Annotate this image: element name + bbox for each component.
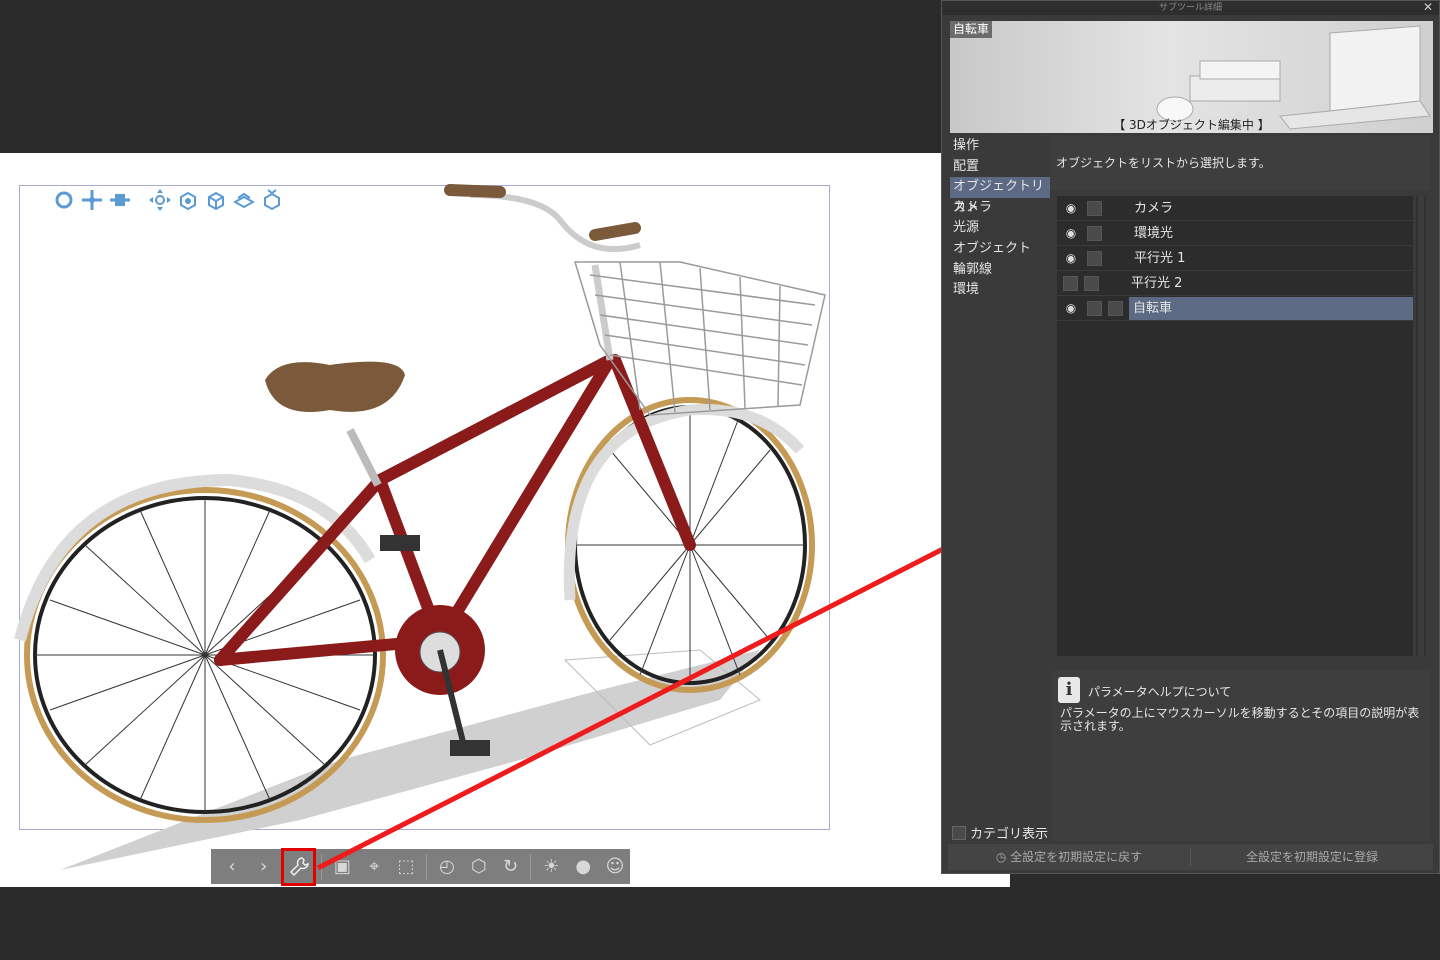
- toolbar-separator: [530, 853, 532, 880]
- object-icon[interactable]: ⬡: [464, 852, 494, 882]
- category-item-object-list[interactable]: オブジェクトリスト: [950, 177, 1050, 215]
- category-list: 操作 配置 オブジェクトリスト カメラ 光源 オブジェクト 輪郭線 環境: [950, 136, 1050, 301]
- category-display-toggle[interactable]: カテゴリ表示: [952, 823, 1048, 842]
- object-row[interactable]: 平行光 2: [1057, 271, 1413, 296]
- object-label: 平行光 2: [1131, 275, 1183, 291]
- panel-footer: ◷ 全設定を初期設定に戻す 全設定を初期設定に登録: [948, 844, 1433, 870]
- object-label: 環境光: [1134, 225, 1174, 241]
- lock-checkbox[interactable]: [1087, 200, 1102, 216]
- lock-checkbox[interactable]: [1087, 300, 1102, 316]
- preview-status: 【 3Dオブジェクト編集中 】: [1113, 118, 1270, 132]
- panel-title: サブツール詳細: [1158, 3, 1222, 13]
- panel-titlebar[interactable]: サブツール詳細 ✕: [942, 0, 1439, 15]
- reset-all-button[interactable]: ◷ 全設定を初期設定に戻す: [948, 844, 1190, 870]
- prev-icon[interactable]: ‹: [217, 852, 247, 882]
- category-item-object[interactable]: オブジェクト: [950, 239, 1050, 260]
- lock-checkbox[interactable]: [1087, 250, 1102, 266]
- object-label: カメラ: [1134, 200, 1174, 216]
- toolbar-separator: [321, 853, 323, 880]
- floor-icon[interactable]: ⬚: [391, 852, 421, 882]
- object-list-scrollbar[interactable]: [1416, 196, 1426, 656]
- object-label: 自転車: [1129, 296, 1413, 320]
- category-description: オブジェクトをリストから選択します。: [1050, 136, 1431, 190]
- info-icon: i: [1058, 677, 1080, 703]
- reset-icon: ◷: [995, 850, 1011, 864]
- rotate-icon[interactable]: ↻: [496, 852, 526, 882]
- register-label: 全設定を初期設定に登録: [1245, 850, 1378, 864]
- category-display-label: カテゴリ表示: [970, 827, 1049, 842]
- object-row[interactable]: ◉ 平行光 1: [1057, 246, 1413, 271]
- lightbulb-icon[interactable]: ●: [568, 852, 598, 882]
- light-icon[interactable]: ☀: [536, 852, 566, 882]
- category-display-checkbox[interactable]: [952, 825, 966, 840]
- lock-checkbox[interactable]: [1087, 225, 1102, 241]
- category-item-environment[interactable]: 環境: [950, 280, 1050, 301]
- camera-icon[interactable]: ▣: [327, 852, 357, 882]
- help-body: パラメータの上にマウスカーソルを移動するとその項目の説明が表示されます。: [1060, 706, 1420, 733]
- object-row[interactable]: ◉ カメラ: [1057, 196, 1413, 221]
- 3d-object-launcher: ‹ › ▣ ⌖ ⬚ ◴ ⬡ ↻ ☀ ● ☺: [211, 847, 630, 886]
- eye-icon[interactable]: ◉: [1061, 251, 1081, 265]
- dial-icon[interactable]: ◴: [432, 852, 462, 882]
- fit-icon[interactable]: ⌖: [359, 852, 389, 882]
- person-icon[interactable]: ☺: [600, 852, 630, 882]
- eye-icon[interactable]: ◉: [1061, 301, 1081, 315]
- preview-tag: 自転車: [950, 21, 993, 38]
- category-item-outline[interactable]: 輪郭線: [950, 260, 1050, 281]
- scrollbar-thumb[interactable]: [1418, 196, 1424, 656]
- category-item-placement[interactable]: 配置: [950, 157, 1050, 178]
- subtool-preview: 自転車 【 3Dオブジェクト編集中 】: [950, 21, 1433, 133]
- object-row[interactable]: ◉ 環境光: [1057, 221, 1413, 246]
- sub-checkbox[interactable]: [1108, 300, 1123, 316]
- category-item-operation[interactable]: 操作: [950, 136, 1050, 157]
- toolbar-separator: [425, 853, 427, 880]
- next-icon[interactable]: ›: [249, 852, 279, 882]
- register-all-button[interactable]: 全設定を初期設定に登録: [1191, 844, 1433, 870]
- bicycle-model[interactable]: [0, 0, 1010, 960]
- help-title: パラメータヘルプについて: [1088, 685, 1232, 699]
- category-item-light[interactable]: 光源: [950, 218, 1050, 239]
- category-item-camera[interactable]: カメラ: [950, 198, 1050, 219]
- close-icon[interactable]: ✕: [1423, 0, 1433, 14]
- subtool-detail-panel: サブツール詳細 ✕ 自転車 【 3Dオブジェクト編集中 】 操作 配置 オブジェ…: [941, 0, 1440, 874]
- object-label: 平行光 1: [1134, 250, 1186, 266]
- wrench-icon[interactable]: [280, 847, 317, 886]
- object-list: ◉ カメラ ◉ 環境光 ◉ 平行光 1 平行光 2 ◉ 自転車: [1057, 196, 1413, 656]
- eye-icon[interactable]: ◉: [1061, 226, 1081, 240]
- lock-checkbox[interactable]: [1084, 275, 1099, 291]
- reset-label: 全設定を初期設定に戻す: [1010, 850, 1143, 864]
- parameter-help: i パラメータヘルプについて パラメータの上にマウスカーソルを移動するとその項目…: [1052, 671, 1431, 841]
- eye-icon[interactable]: ◉: [1061, 201, 1081, 215]
- visibility-checkbox[interactable]: [1063, 275, 1078, 291]
- object-row-selected[interactable]: ◉ 自転車: [1057, 296, 1413, 321]
